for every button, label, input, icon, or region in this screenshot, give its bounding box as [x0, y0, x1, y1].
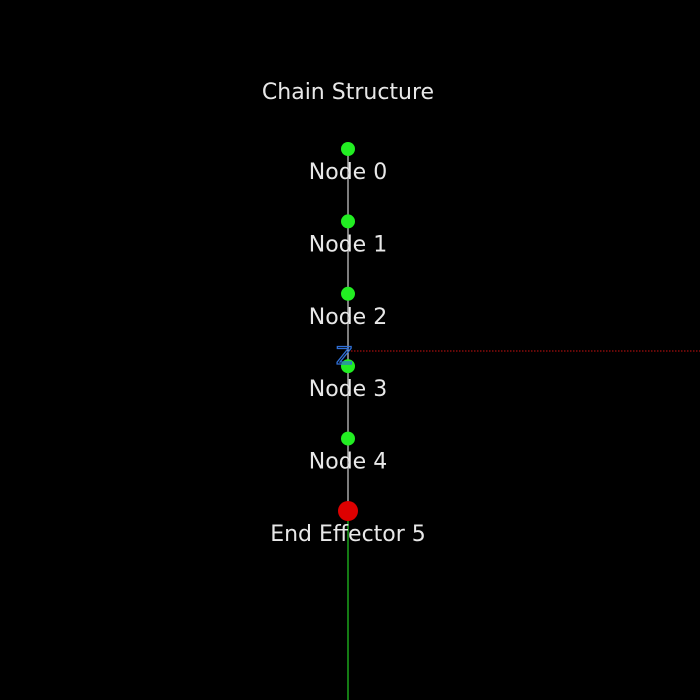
node-marker-4 [341, 431, 355, 446]
node-marker-1 [341, 214, 355, 229]
node-label-3: Node 3 [309, 377, 387, 402]
end-effector-marker [338, 501, 358, 521]
node-label-4: Node 4 [309, 450, 387, 475]
node-label-2: Node 2 [309, 305, 387, 330]
node-label-1: Node 1 [309, 232, 387, 257]
z-axis-label: Z [336, 342, 352, 370]
chart-title: Chain Structure [262, 80, 434, 105]
node-label-0: Node 0 [309, 160, 387, 185]
node-marker-0 [341, 142, 355, 156]
node-marker-2 [341, 286, 355, 301]
end-effector-label: End Effector 5 [270, 522, 426, 547]
chain-diagram: Node 0 Node 1 Node 2 Node 3 Node 4 End Effect… [0, 0, 700, 700]
